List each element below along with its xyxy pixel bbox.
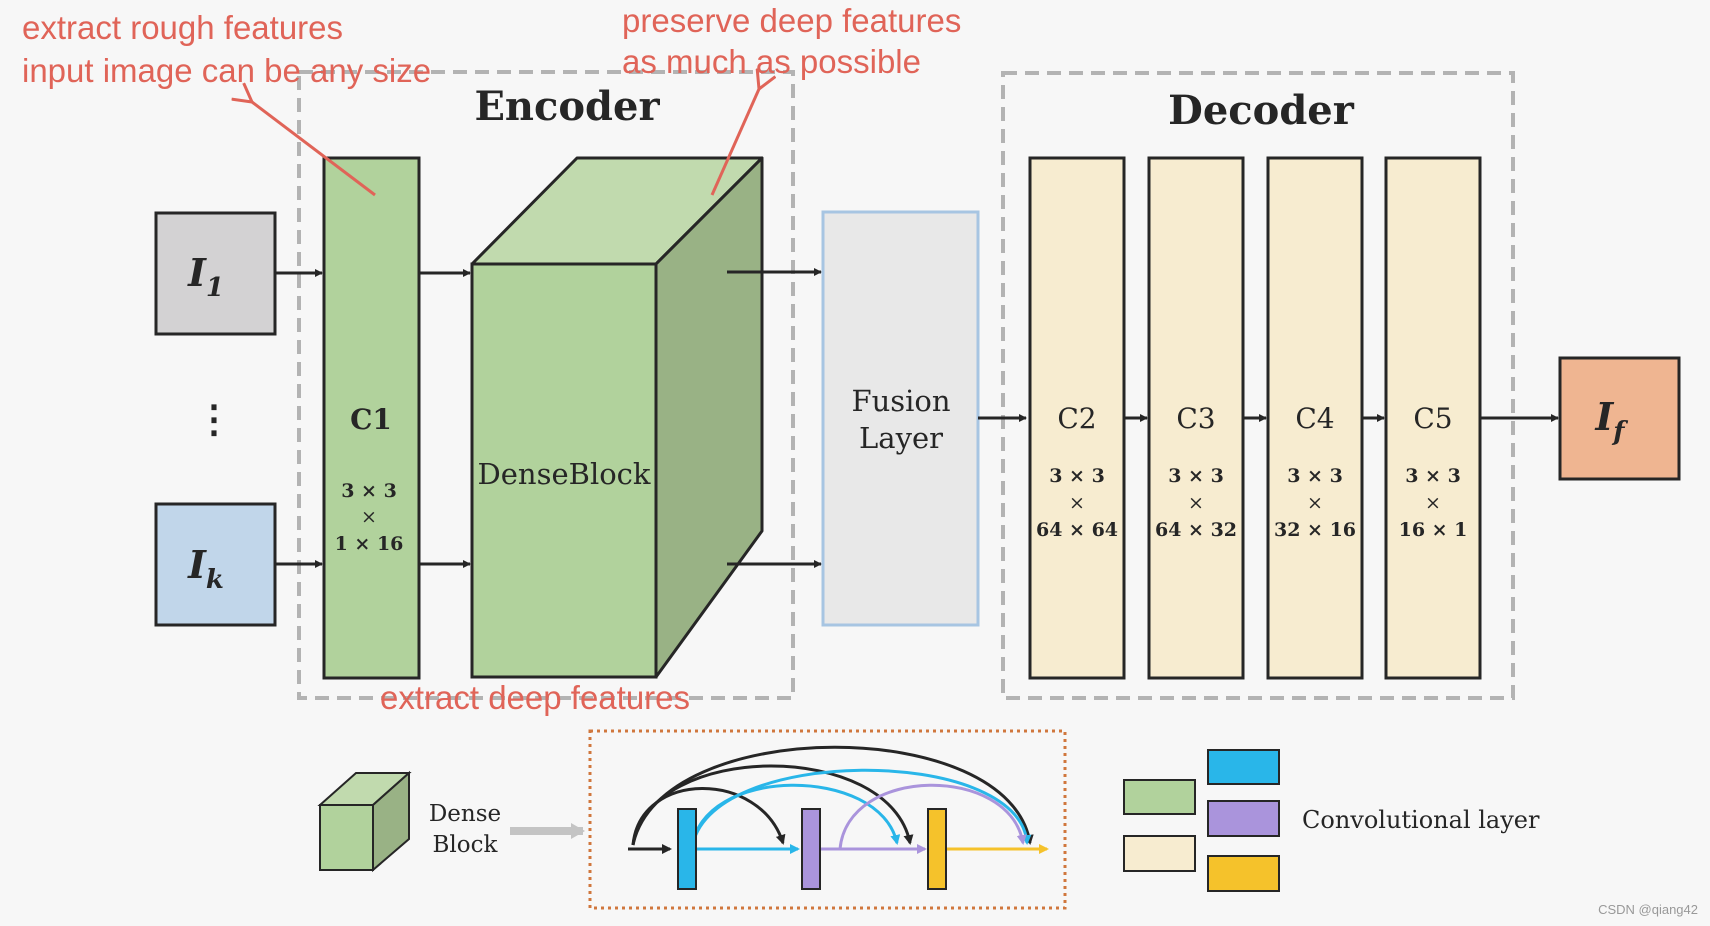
c1-name: C1 [350, 403, 392, 436]
encoder-title: Encoder [474, 83, 660, 130]
legend-conv-label: Convolutional layer [1302, 806, 1540, 834]
c3-channels: 64 × 32 [1155, 519, 1237, 541]
c4-name: C4 [1295, 402, 1334, 435]
fusion-label-line2: Layer [859, 421, 943, 455]
annotation-rough-features-line2: input image can be any size [22, 52, 431, 89]
architecture-diagram: Encoder Decoder I1 ⋮ Ik C1 3 × 3 × 1 × 1… [22, 2, 1698, 917]
c3-kernel: 3 × 3 [1168, 465, 1224, 487]
legend-dense-line1: Dense [429, 801, 501, 827]
c4-channels: 32 × 16 [1274, 519, 1356, 541]
legend-swatch-beige [1123, 835, 1196, 872]
c2-channels: 64 × 64 [1036, 519, 1118, 541]
c4-kernel: 3 × 3 [1287, 465, 1343, 487]
dense-layer-purple [801, 808, 821, 890]
c3-times: × [1188, 492, 1204, 514]
ellipsis-vertical: ⋮ [195, 396, 233, 441]
legend-denseblock-cube [317, 770, 412, 873]
legend-swatch-green [1123, 779, 1196, 815]
denseblock-cube [470, 156, 764, 679]
c5-name: C5 [1413, 402, 1452, 435]
c2-kernel: 3 × 3 [1049, 465, 1105, 487]
c5-times: × [1425, 492, 1441, 514]
skip-blue-to-layer3 [690, 783, 901, 850]
decoder-title: Decoder [1168, 87, 1355, 134]
c5-kernel: 3 × 3 [1405, 465, 1461, 487]
watermark: CSDN @qiang42 [1598, 902, 1698, 917]
annotation-rough-features-line1: extract rough features [22, 9, 343, 46]
c3-name: C3 [1176, 402, 1215, 435]
c2-times: × [1069, 492, 1085, 514]
annotation-preserve-line1: preserve deep features [622, 2, 961, 39]
denseblock-detail-box [588, 729, 1067, 910]
legend-dense-line2: Block [433, 832, 499, 858]
c1-channels: 1 × 16 [335, 533, 404, 555]
decoder-layers: C2 3 × 3 × 64 × 64 C3 3 × 3 × 64 × 32 C4 3 × 3 × 32… [1028, 156, 1482, 680]
dense-layer-yellow [927, 808, 947, 890]
legend-swatch-blue [1207, 749, 1280, 785]
c5-channels: 16 × 1 [1399, 519, 1468, 541]
c1-times: × [361, 506, 377, 528]
annotation-deep-features: extract deep features [380, 679, 690, 716]
fusion-label-line1: Fusion [851, 384, 950, 418]
annotation-preserve-line2: as much as possible [622, 43, 921, 80]
c4-times: × [1307, 492, 1323, 514]
c2-name: C2 [1057, 402, 1096, 435]
annotation-arrow-rough [252, 102, 376, 197]
dense-layer-blue [677, 808, 697, 890]
legend-swatch-yellow [1207, 855, 1280, 892]
c1-kernel: 3 × 3 [341, 480, 397, 502]
denseblock-label: DenseBlock [478, 457, 651, 491]
fusion-layer [821, 210, 980, 627]
legend-swatch-purple [1207, 800, 1280, 837]
